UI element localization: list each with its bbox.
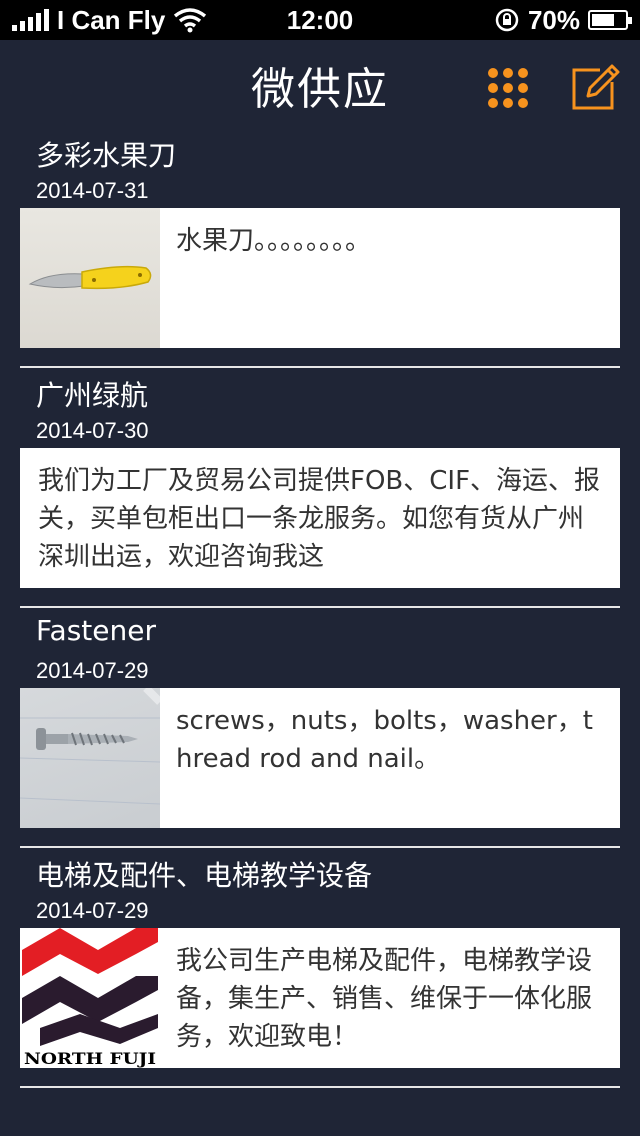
divider	[20, 1086, 620, 1088]
post-text: screws，nuts，bolts，washer，thread rod and …	[176, 706, 593, 774]
divider	[20, 366, 620, 368]
status-left: I Can Fly	[12, 5, 207, 36]
battery-fill	[592, 14, 615, 26]
carrier-label: I Can Fly	[57, 4, 166, 35]
post-card[interactable]: NORTH FUJI 我公司生产电梯及配件，电梯教学设备，集生产、销售、维保于一…	[20, 928, 620, 1068]
list-item[interactable]: Fastener 2014-07-29 screws，nuts，bolts，wa…	[0, 610, 640, 850]
status-right: 70%	[494, 4, 632, 36]
grid-menu-icon[interactable]	[486, 66, 530, 110]
post-title: 广州绿航	[36, 379, 149, 412]
list-item[interactable]: 广州绿航 2014-07-30 我们为工厂及贸易公司提供FOB、CIF、海运、报…	[0, 370, 640, 610]
list-item[interactable]: 多彩水果刀 2014-07-31 水果刀。。。。。。。。	[0, 130, 640, 370]
north-fuji-logo: NORTH FUJI	[20, 928, 160, 1068]
north-fuji-logo-icon: NORTH FUJI	[22, 928, 158, 1068]
screw-thumbnail	[20, 688, 160, 828]
post-date: 2014-07-29	[36, 658, 149, 683]
post-title: 电梯及配件、电梯教学设备	[36, 859, 373, 892]
post-title: Fastener	[36, 614, 156, 647]
post-card[interactable]: screws，nuts，bolts，washer，thread rod and …	[20, 688, 620, 828]
list-item[interactable]: 电梯及配件、电梯教学设备 2014-07-29 NORTH FUJI 我公司生产…	[0, 850, 640, 1090]
compose-icon[interactable]	[570, 62, 620, 112]
feed-list: 多彩水果刀 2014-07-31 水果刀。。。。。。。。 广州绿航 2014-0…	[0, 130, 640, 1090]
battery-icon	[588, 10, 632, 30]
fruit-knife-image	[28, 265, 152, 290]
divider	[20, 846, 620, 848]
post-title: 多彩水果刀	[36, 139, 177, 172]
logo-text: NORTH FUJI	[24, 1049, 156, 1068]
post-text: 我们为工厂及贸易公司提供FOB、CIF、海运、报关，买单包柜出口一条龙服务。如您…	[38, 466, 601, 572]
battery-percent: 70%	[527, 4, 580, 35]
fruit-knife-thumbnail	[20, 208, 160, 348]
page-title: 微供应	[251, 65, 389, 114]
post-text: 水果刀。。。。。。。。	[176, 226, 372, 256]
wifi-icon	[174, 8, 207, 33]
post-card[interactable]: 水果刀。。。。。。。。	[20, 208, 620, 348]
signal-strength-icon	[12, 9, 49, 31]
status-bar: I Can Fly 12:00 70%	[0, 0, 640, 40]
nav-bar: 微供应	[0, 40, 640, 130]
post-date: 2014-07-29	[36, 898, 149, 923]
divider	[20, 606, 620, 608]
screw-image	[20, 688, 160, 805]
post-card[interactable]: 我们为工厂及贸易公司提供FOB、CIF、海运、报关，买单包柜出口一条龙服务。如您…	[20, 448, 620, 588]
post-text: 我公司生产电梯及配件，电梯教学设备，集生产、销售、维保于一体化服务，欢迎致电！	[176, 946, 593, 1052]
post-date: 2014-07-30	[36, 418, 149, 443]
rotation-lock-icon	[495, 8, 519, 32]
post-date: 2014-07-31	[36, 178, 149, 203]
